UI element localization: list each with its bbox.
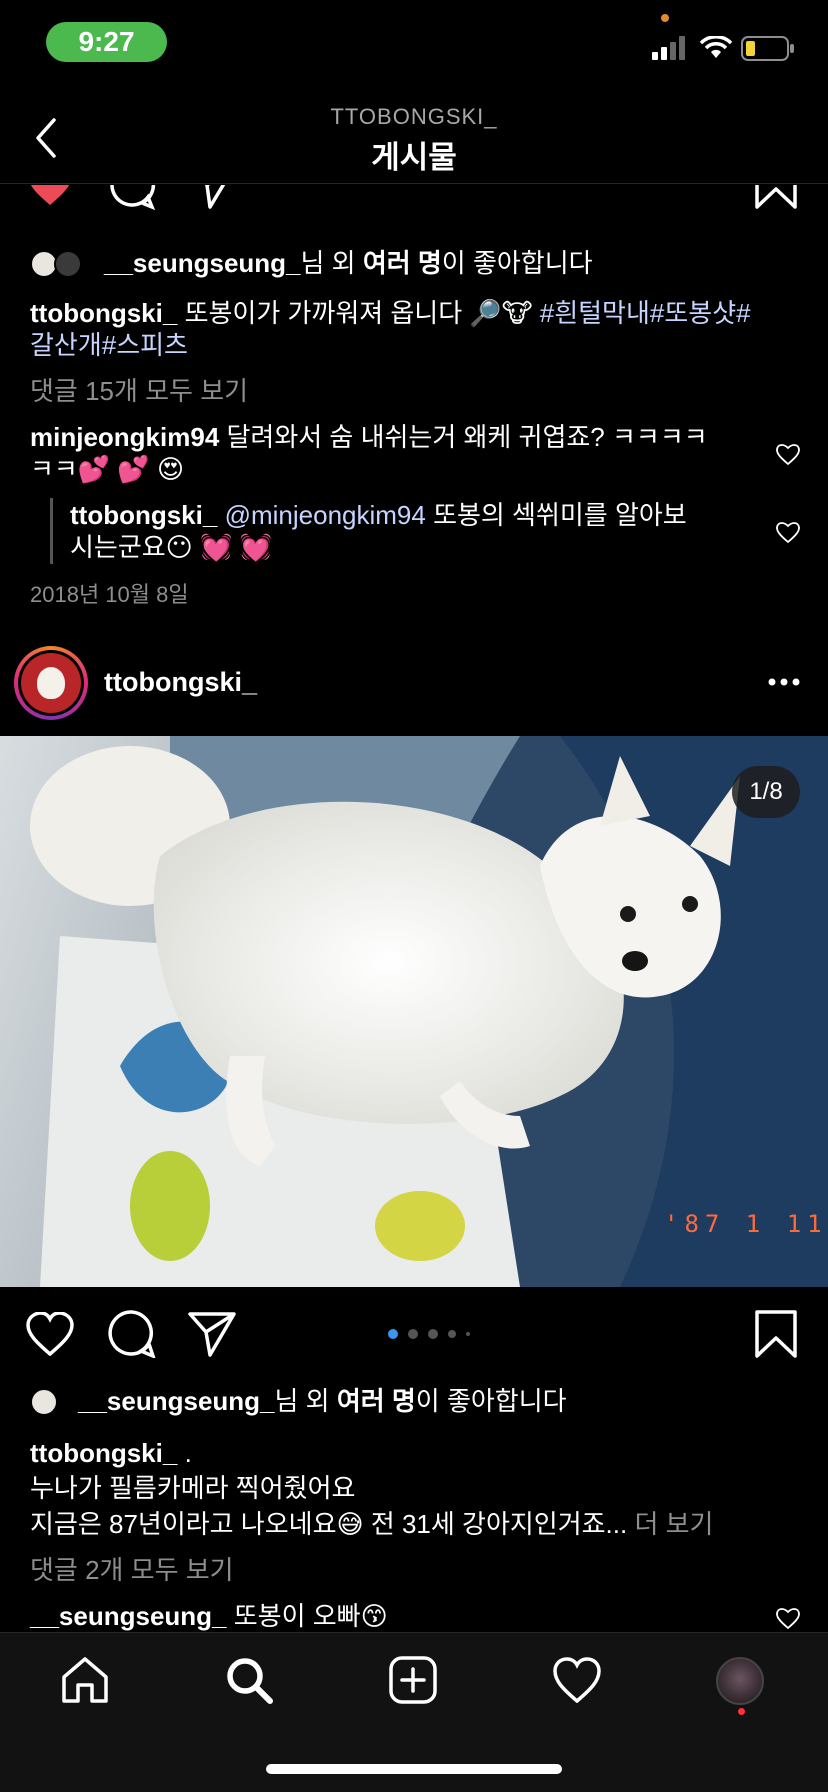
like-heart-icon[interactable] <box>26 1312 74 1356</box>
save-bookmark-icon[interactable] <box>754 185 798 211</box>
comment-like-heart-icon[interactable] <box>776 1608 800 1630</box>
avatar-image <box>21 653 81 713</box>
reply-thread-line <box>50 498 53 564</box>
status-time: 9:27 <box>46 22 167 62</box>
pager-dot-active <box>388 1329 398 1339</box>
liker-username[interactable]: __seungseung_ <box>78 1386 275 1416</box>
comment-line-2: ㅋㅋ💕 💕 😍 <box>30 454 185 484</box>
nav-header: TTOBONGSKI_ 게시물 <box>0 80 828 184</box>
reply-line-2: 시는군요😶 💓 💓 <box>70 532 272 562</box>
save-bookmark-icon[interactable] <box>754 1310 798 1360</box>
reply-username[interactable]: ttobongski_ <box>70 500 217 530</box>
post-author-username[interactable]: ttobongski_ <box>104 667 257 698</box>
home-indicator <box>266 1764 562 1774</box>
post-photo[interactable] <box>0 736 828 1287</box>
mention-link[interactable]: @minjeongkim94 <box>225 500 426 530</box>
hashtag-link[interactable]: 갈산개#스피츠 <box>30 329 188 361</box>
cellular-signal-icon <box>652 36 685 60</box>
reply-like-heart-icon[interactable] <box>776 522 800 544</box>
status-bar: 9:27 <box>0 0 828 80</box>
liker-avatar[interactable] <box>54 250 82 278</box>
post2-likes-text: __seungseung_님 외 여러 명이 좋아합니다 <box>78 1386 567 1416</box>
view-all-comments-link[interactable]: 댓글 2개 모두 보기 <box>30 1554 234 1586</box>
hashtag-link[interactable]: #흰털막내#또봉샷# <box>540 298 751 328</box>
pager-dot <box>428 1329 438 1339</box>
comment-like-heart-icon[interactable] <box>776 444 800 466</box>
view-all-comments-link[interactable]: 댓글 15개 모두 보기 <box>30 375 248 407</box>
post2-caption-line0: ttobongski_ . <box>30 1438 192 1468</box>
notification-dot <box>738 1708 745 1715</box>
share-direct-icon[interactable] <box>188 1310 238 1358</box>
comment-icon[interactable] <box>108 185 156 211</box>
home-icon[interactable] <box>60 1655 110 1705</box>
comment-icon[interactable] <box>108 1310 156 1358</box>
post-author-avatar[interactable] <box>18 650 84 716</box>
post1-action-row <box>0 185 828 225</box>
pager-dot <box>448 1330 456 1338</box>
privacy-indicator-dot <box>661 14 669 22</box>
liked-heart-icon[interactable] <box>26 185 74 207</box>
caption-username[interactable]: ttobongski_ <box>30 298 177 328</box>
more-horizontal-icon[interactable] <box>766 676 802 688</box>
wifi-icon <box>700 36 732 58</box>
battery-icon <box>741 36 794 61</box>
pager-dot <box>408 1329 418 1339</box>
new-post-icon[interactable] <box>388 1655 438 1705</box>
post2-caption-line1: 누나가 필름카메라 찍어줬어요 <box>30 1473 356 1503</box>
dog-photo-illustration <box>0 736 828 1287</box>
activity-heart-icon[interactable] <box>552 1657 602 1703</box>
reply-line: ttobongski_ @minjeongkim94 또봉의 섹쒸미를 알아보 <box>70 500 687 530</box>
post1-likes-text: __seungseung_님 외 여러 명이 좋아합니다 <box>104 248 593 278</box>
film-date-stamp: '87 1 11 <box>664 1210 828 1238</box>
search-icon[interactable] <box>224 1655 274 1705</box>
liker-username[interactable]: __seungseung_ <box>104 248 301 278</box>
comment-line: minjeongkim94 달려와서 숨 내쉬는거 왜케 귀엽죠? ㅋㅋㅋㅋ <box>30 422 708 452</box>
comment-line: __seungseung_ 또봉이 오빠😙 <box>30 1601 388 1631</box>
post2-caption-line2: 지금은 87년이라고 나오네요😅 전 31세 강아지인거죠... 더 보기 <box>30 1509 714 1539</box>
page-title: 게시물 <box>371 140 457 175</box>
carousel-pager <box>388 1328 472 1340</box>
post1-date: 2018년 10월 8일 <box>30 582 189 607</box>
comment-username[interactable]: __seungseung_ <box>30 1601 227 1631</box>
liker-avatar[interactable] <box>30 1388 58 1416</box>
comment-username[interactable]: minjeongkim94 <box>30 422 219 452</box>
share-direct-icon[interactable] <box>190 185 238 211</box>
header-username: TTOBONGSKI_ <box>330 104 498 129</box>
more-link[interactable]: 더 보기 <box>627 1509 713 1539</box>
post1-caption-line1: ttobongski_ 또봉이가 가까워져 옵니다 🔎🐮 #흰털막내#또봉샷# <box>30 298 751 328</box>
profile-avatar[interactable] <box>716 1657 764 1705</box>
pager-dot <box>466 1332 470 1336</box>
caption-username[interactable]: ttobongski_ <box>30 1438 177 1468</box>
photo-counter-badge: 1/8 <box>732 766 800 818</box>
avatar-dog-shape <box>37 667 65 699</box>
